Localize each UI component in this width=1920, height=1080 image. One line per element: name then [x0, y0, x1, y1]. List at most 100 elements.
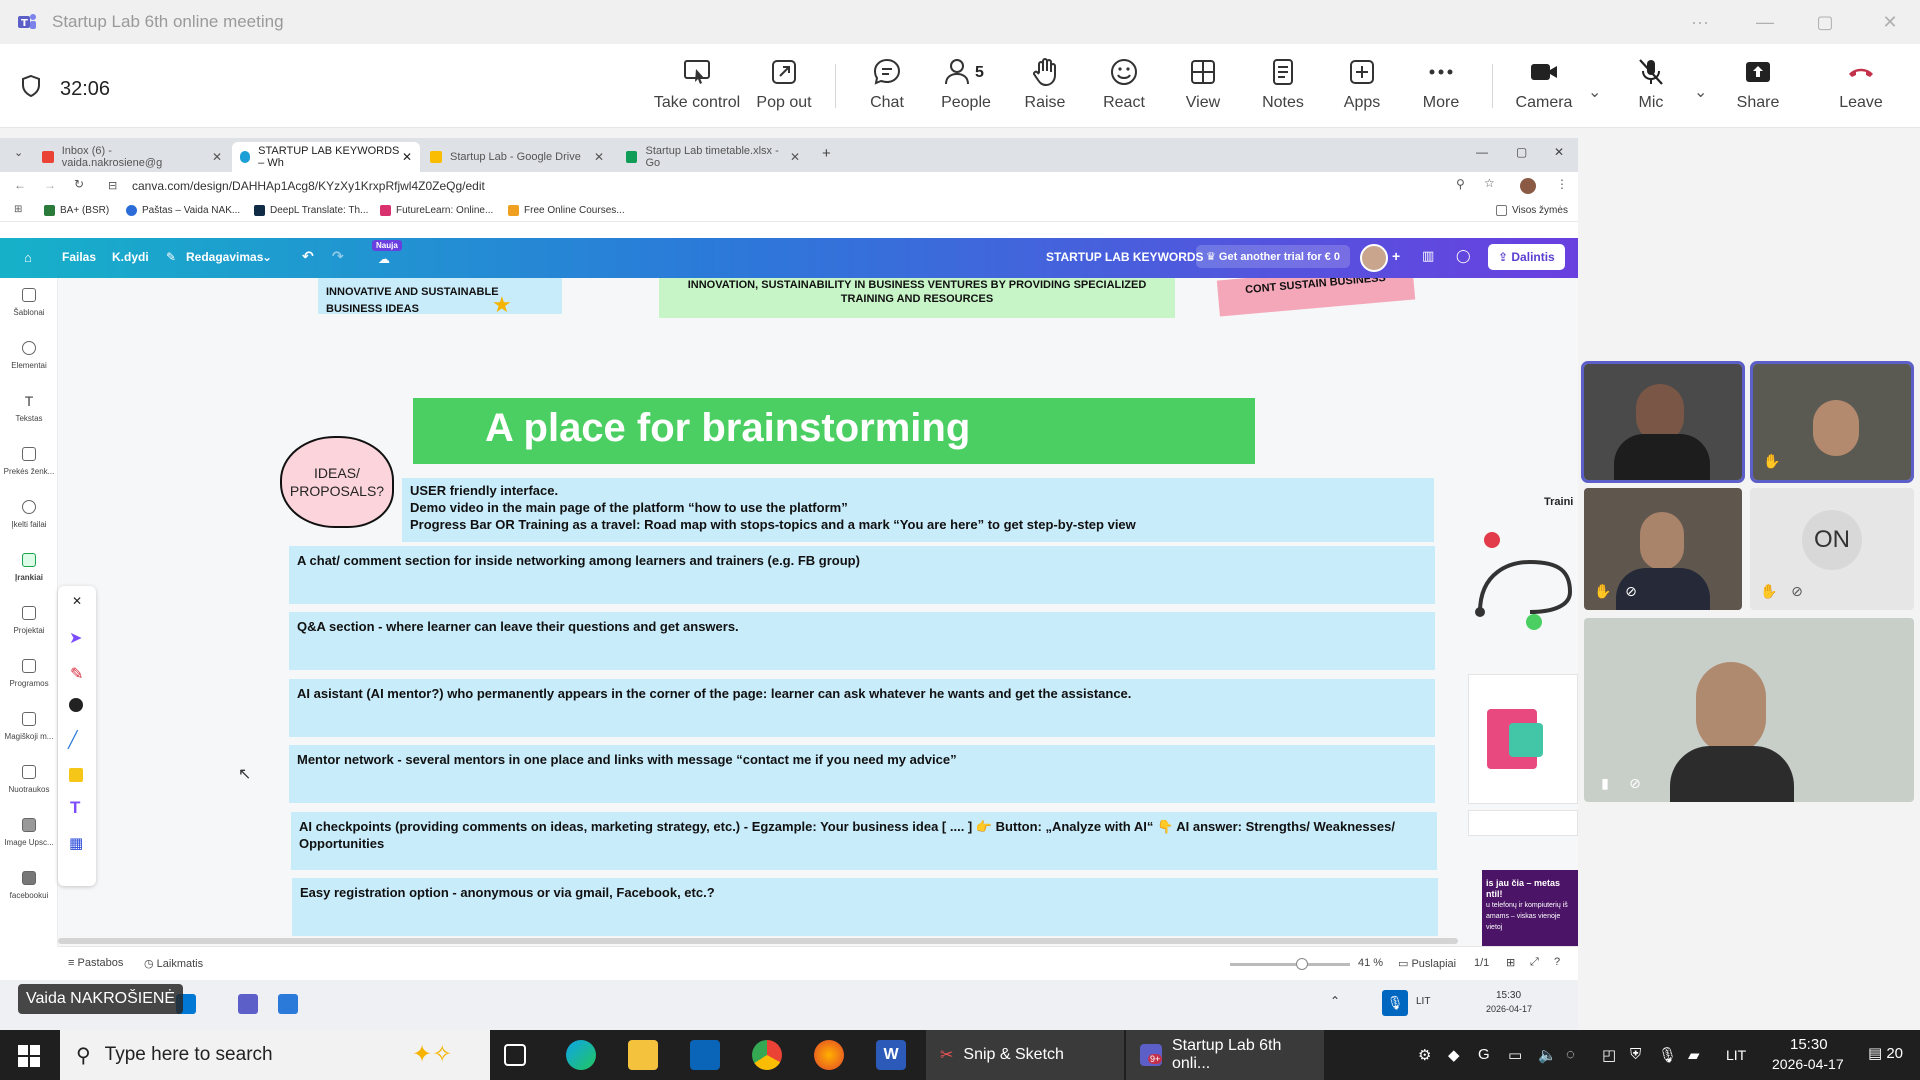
close-tab-icon[interactable]: ✕ [402, 150, 412, 164]
file-explorer-icon[interactable] [628, 1040, 658, 1070]
redo-icon[interactable]: ↷ [332, 248, 344, 265]
snip-sketch-taskbar-app[interactable]: ✂ Snip & Sketch [926, 1030, 1124, 1080]
undo-icon[interactable]: ↶ [302, 248, 314, 265]
close-tools-icon[interactable]: ✕ [72, 594, 82, 608]
bookmark-item[interactable]: FutureLearn: Online... [380, 205, 493, 216]
maximize-button[interactable]: ▢ [1795, 0, 1855, 44]
task-view-icon[interactable] [504, 1044, 526, 1066]
tab-timetable[interactable]: Startup Lab timetable.xlsx - Go ✕ [618, 142, 808, 172]
resize-menu[interactable]: K.dydi [112, 250, 149, 264]
url-field[interactable]: canva.com/design/DAHHAp1Acg8/KYzXy1KrxpR… [132, 179, 485, 193]
zoom-slider[interactable] [1230, 958, 1350, 970]
tray-battery-icon[interactable]: ▰ [1688, 1046, 1700, 1064]
site-info-icon[interactable]: ⊟ [108, 179, 117, 192]
close-tab-icon[interactable]: ✕ [594, 150, 604, 164]
all-bookmarks-folder[interactable]: Visos žymės [1496, 205, 1568, 216]
notifications-icon[interactable]: ▤ 20 [1868, 1044, 1903, 1062]
sidebar-item-magic[interactable]: Magiškoji m... [0, 712, 58, 741]
tray-display-icon[interactable]: ▭ [1508, 1046, 1522, 1064]
mic-options-chevron-icon[interactable]: ⌄ [1694, 82, 1707, 102]
tab-gmail[interactable]: Inbox (6) - vaida.nakrosiene@g ✕ [34, 142, 230, 172]
raise-hand-button[interactable]: Raise [1002, 56, 1088, 120]
forward-icon[interactable]: → [44, 178, 56, 192]
grid-view-small-icon[interactable]: ⊞ [1506, 956, 1515, 969]
sticky-note-3[interactable]: Q&A section - where learner can leave th… [289, 612, 1435, 670]
language-indicator[interactable]: LIT [1726, 1047, 1746, 1063]
edit-menu[interactable]: Redagavimas [186, 250, 263, 264]
take-control-button[interactable]: Take control [654, 56, 740, 120]
view-button[interactable]: View [1160, 56, 1246, 120]
invite-plus-icon[interactable]: + [1392, 248, 1400, 264]
volume-icon[interactable]: 🔈 [1538, 1046, 1557, 1064]
notes-toggle[interactable]: ≡ Pastabos [68, 957, 123, 969]
mic-button[interactable]: Mic [1608, 56, 1694, 120]
back-icon[interactable]: ← [14, 178, 26, 192]
sticky-note-7[interactable]: Easy registration option - anonymous or … [292, 878, 1438, 936]
tray-security-icon[interactable]: ⛨ [1630, 1046, 1641, 1063]
sticky-note-6[interactable]: AI checkpoints (providing comments on id… [291, 812, 1437, 870]
tray-teams-icon[interactable]: ◆ [1448, 1046, 1460, 1064]
sticky-note-1[interactable]: USER friendly interface. Demo video in t… [402, 478, 1434, 542]
participant-tile[interactable]: ✋ ⊘ [1584, 488, 1742, 610]
teams-taskbar-app[interactable]: 9+ Startup Lab 6th onli... [1126, 1030, 1324, 1080]
roadmap-graphic[interactable] [1470, 532, 1578, 632]
tray-camera-icon[interactable]: ◰ [1602, 1046, 1616, 1064]
edit-chevron-icon[interactable]: ⌄ [262, 250, 272, 264]
leave-button[interactable]: Leave [1818, 56, 1904, 120]
sticky-note-top-right[interactable]: CONT SUSTAIN BUSINESS [1216, 278, 1416, 317]
camera-options-chevron-icon[interactable]: ⌄ [1588, 82, 1601, 102]
more-button[interactable]: More [1398, 56, 1484, 120]
clock-date[interactable]: 2026-04-17 [1772, 1056, 1844, 1072]
browser-close-icon[interactable]: ✕ [1554, 145, 1564, 159]
react-button[interactable]: React [1081, 56, 1167, 120]
camera-button[interactable]: Camera [1501, 56, 1587, 120]
minimize-button[interactable]: — [1735, 0, 1795, 44]
tab-google-drive[interactable]: Startup Lab - Google Drive ✕ [422, 142, 612, 172]
sticky-note-icon[interactable] [69, 768, 83, 782]
select-cursor-icon[interactable]: ➤ [69, 628, 82, 648]
bookmark-star-icon[interactable]: ☆ [1484, 176, 1495, 190]
sidebar-item-templates[interactable]: Šablonai [0, 288, 58, 317]
design-canvas[interactable]: INNOVATIVE AND SUSTAINABLE BUSINESS IDEA… [58, 278, 1578, 946]
word-taskbar-icon[interactable]: W [876, 1040, 906, 1070]
sticky-note-4[interactable]: AI asistant (AI mentor?) who permanently… [289, 679, 1435, 737]
participant-tile[interactable] [1581, 361, 1745, 483]
sticky-note-top-left[interactable]: INNOVATIVE AND SUSTAINABLE BUSINESS IDEA… [318, 278, 562, 315]
text-tool-icon[interactable]: T [70, 798, 80, 818]
close-button[interactable]: ✕ [1860, 0, 1920, 44]
collaborator-avatar[interactable] [1360, 244, 1388, 272]
sidebar-item-apps[interactable]: Programos [0, 659, 58, 688]
pages-toggle[interactable]: ▭ Puslapiai [1398, 957, 1456, 970]
brainstorm-heading-banner[interactable]: A place for brainstorming [413, 398, 1255, 464]
tab-search-chevron-icon[interactable]: ⌄ [14, 146, 23, 159]
sidebar-item-uploads[interactable]: Įkelti failai [0, 500, 58, 529]
firefox-icon[interactable] [814, 1040, 844, 1070]
tray-network-icon[interactable]: ⚙ [1418, 1046, 1431, 1064]
line-icon[interactable]: ╱ [68, 730, 78, 750]
notes-button[interactable]: Notes [1240, 56, 1326, 120]
sidebar-item-elements[interactable]: Elementai [0, 341, 58, 370]
sticky-note-top-middle[interactable]: INNOVATION, SUSTAINABILITY IN BUSINESS V… [659, 278, 1175, 318]
comments-icon[interactable]: ◯ [1456, 248, 1471, 264]
thumbnail-strip[interactable] [1468, 810, 1578, 836]
pop-out-button[interactable]: Pop out [741, 56, 827, 120]
bookmark-item[interactable]: BA+ (BSR) [44, 205, 109, 216]
promo-thumbnail[interactable]: is jau čia – metas ntil! u telefonų ir k… [1482, 870, 1578, 946]
browser-maximize-icon[interactable]: ▢ [1516, 145, 1527, 159]
home-icon[interactable]: ⌂ [24, 250, 32, 265]
pen-icon[interactable]: ✎ [70, 664, 83, 684]
horizontal-scrollbar[interactable] [58, 938, 1458, 944]
tray-mic-icon[interactable]: 🎙 [1658, 1046, 1677, 1064]
start-windows-icon[interactable] [18, 1045, 40, 1072]
zoom-slider-thumb[interactable] [1296, 958, 1308, 970]
more-options-icon[interactable]: ··· [1670, 0, 1730, 44]
ideas-speech-bubble[interactable]: IDEAS/ PROPOSALS? [280, 436, 394, 528]
sticky-note-5[interactable]: Mentor network - several mentors in one … [289, 745, 1435, 803]
document-title[interactable]: STARTUP LAB KEYWORDS [1046, 250, 1204, 264]
sidebar-item-text[interactable]: T Tekstas [0, 394, 58, 423]
close-tab-icon[interactable]: ✕ [790, 150, 800, 164]
sidebar-item-tools[interactable]: Įrankiai [0, 553, 58, 582]
zoom-level[interactable]: 41 % [1358, 957, 1383, 969]
bookmark-item[interactable]: DeepL Translate: Th... [254, 205, 368, 216]
profile-avatar[interactable] [1520, 178, 1536, 194]
